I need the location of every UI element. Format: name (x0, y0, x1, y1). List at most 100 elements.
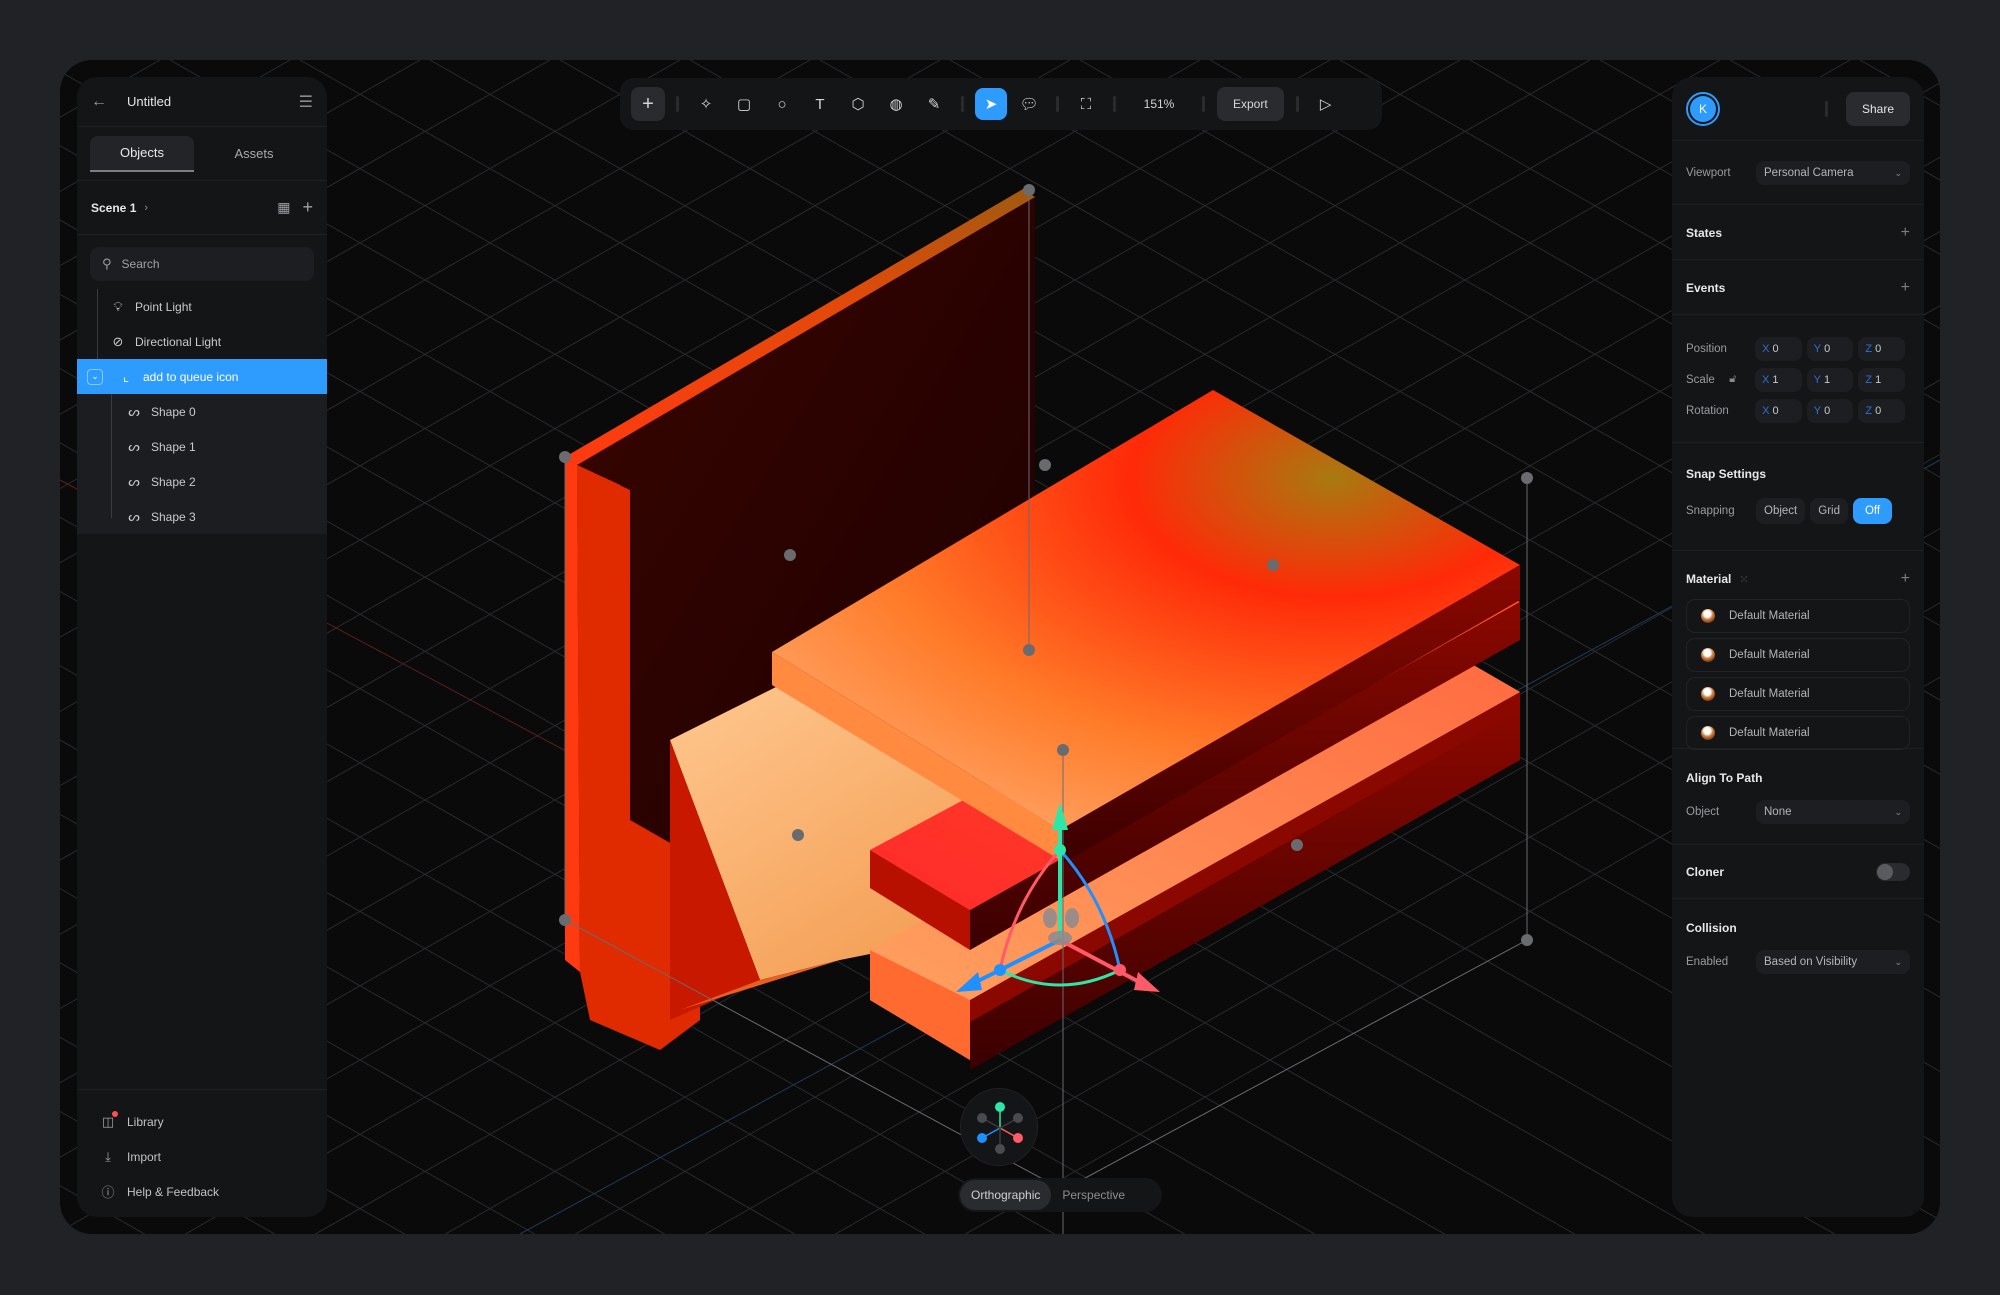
orientation-gizmo[interactable] (960, 1088, 1038, 1166)
bbox-handle[interactable] (784, 549, 796, 561)
text-tool[interactable]: T (804, 88, 836, 120)
right-panel: K Share Viewport Personal Camera ⌄ State… (1672, 77, 1924, 1217)
unlock-icon[interactable]: 🔓︎ (1729, 373, 1755, 386)
back-arrow-icon[interactable]: ← (91, 93, 113, 111)
material-item[interactable]: Default Material (1686, 677, 1910, 711)
gizmo-neg-y[interactable] (995, 1144, 1005, 1154)
3d-object-add-to-queue[interactable] (60, 60, 1940, 1234)
tab-assets[interactable]: Assets (202, 136, 306, 172)
tree-item-shape-1[interactable]: ᔕ Shape 1 (77, 429, 327, 464)
left-panel-footer: ◫ Library ⤓ Import ⓘ Help & Feedback (77, 1089, 327, 1217)
bbox-handle[interactable] (1267, 559, 1279, 571)
rotation-y-input[interactable]: Y0 (1806, 398, 1854, 423)
bbox-handle[interactable] (1057, 744, 1069, 756)
scene-label[interactable]: Scene 1 (91, 201, 136, 215)
material-item[interactable]: Default Material (1686, 716, 1910, 750)
document-title[interactable]: Untitled (127, 94, 299, 109)
add-event-icon[interactable]: + (1901, 279, 1910, 297)
cube-tool[interactable]: ⬡ (842, 88, 874, 120)
directional-light-icon: ⊘ (112, 333, 124, 349)
ai-generate-tool[interactable]: ✧ (690, 88, 722, 120)
play-icon: ▷ (1319, 96, 1332, 113)
import-link[interactable]: ⤓ Import (77, 1139, 327, 1174)
add-material-icon[interactable]: + (1901, 570, 1910, 588)
bbox-handle[interactable] (1023, 644, 1035, 656)
play-button[interactable]: ▷ (1310, 88, 1342, 120)
scale-z-input[interactable]: Z1 (1858, 367, 1905, 392)
position-y-input[interactable]: Y0 (1806, 336, 1854, 361)
bbox-handle[interactable] (1023, 184, 1035, 196)
position-x-input[interactable]: X0 (1755, 336, 1802, 361)
chevron-down-icon: ⌄ (1894, 956, 1902, 967)
bbox-handle[interactable] (1039, 459, 1051, 471)
cloner-toggle[interactable] (1876, 863, 1910, 881)
help-feedback-link[interactable]: ⓘ Help & Feedback (77, 1174, 327, 1209)
tree-item-point-light[interactable]: 💡︎ Point Light (77, 289, 327, 324)
comment-tool[interactable]: 💬︎ (1013, 88, 1045, 120)
chevron-right-icon[interactable]: › (144, 202, 265, 214)
bbox-handle[interactable] (1291, 839, 1303, 851)
rotation-x-input[interactable]: X0 (1755, 398, 1802, 423)
material-section: Material ⁙ + Default Material Default Ma… (1672, 551, 1924, 750)
export-button[interactable]: Export (1217, 87, 1284, 121)
right-panel-header: K Share (1672, 77, 1924, 141)
scale-row: Scale 🔓︎ X1 Y1 Z1 (1686, 364, 1910, 395)
bbox-handle[interactable] (792, 829, 804, 841)
viewport-dropdown[interactable]: Personal Camera ⌄ (1756, 161, 1910, 185)
orthographic-option[interactable]: Orthographic (960, 1180, 1052, 1210)
collision-dropdown[interactable]: Based on Visibility ⌄ (1756, 950, 1910, 974)
material-item[interactable]: Default Material (1686, 638, 1910, 672)
scale-x-input[interactable]: X1 (1755, 367, 1802, 392)
rotation-z-input[interactable]: Z0 (1858, 398, 1905, 423)
share-button[interactable]: Share (1845, 91, 1910, 126)
collision-section: Collision Enabled Based on Visibility ⌄ (1672, 899, 1924, 995)
collapse-chevron-icon[interactable]: ⌄ (87, 368, 103, 385)
tree-item-directional-light[interactable]: ⊘ Directional Light (77, 324, 327, 359)
snap-grid-option[interactable]: Grid (1810, 498, 1848, 524)
bbox-handle[interactable] (559, 451, 571, 463)
position-z-input[interactable]: Z0 (1858, 336, 1905, 361)
zoom-level[interactable]: 151% (1124, 97, 1194, 111)
align-object-label: Object (1686, 806, 1720, 818)
bbox-handle[interactable] (1521, 934, 1533, 946)
scale-y-input[interactable]: Y1 (1806, 367, 1854, 392)
path-icon: ᔕ (128, 438, 140, 454)
position-label: Position (1686, 342, 1727, 355)
tree-item-add-to-queue-icon[interactable]: ⌄ ⌞ add to queue icon (77, 359, 327, 394)
material-item[interactable]: Default Material (1686, 599, 1910, 633)
pen-tool[interactable]: ✎ (918, 88, 950, 120)
bbox-handle[interactable] (559, 914, 571, 926)
align-object-dropdown[interactable]: None ⌄ (1756, 800, 1910, 824)
library-link[interactable]: ◫ Library (77, 1104, 327, 1139)
gizmo-z-axis[interactable] (977, 1133, 987, 1143)
rectangle-tool[interactable]: ▢ (728, 88, 760, 120)
gizmo-y-axis[interactable] (995, 1102, 1005, 1112)
tree-item-shape-0[interactable]: ᔕ Shape 0 (77, 394, 327, 429)
hamburger-menu-icon[interactable]: ☰ (299, 92, 313, 112)
snap-off-option[interactable]: Off (1852, 498, 1893, 524)
search-field[interactable]: ⚲ (90, 247, 314, 281)
add-scene-icon[interactable]: + (302, 197, 313, 218)
gizmo-x-axis[interactable] (1013, 1133, 1023, 1143)
tree-item-shape-2[interactable]: ᔕ Shape 2 (77, 464, 327, 499)
bbox-handle[interactable] (1521, 472, 1533, 484)
user-avatar[interactable]: K (1686, 91, 1720, 126)
gizmo-neg-z[interactable] (1013, 1113, 1023, 1123)
tab-objects[interactable]: Objects (90, 135, 194, 172)
ellipse-tool[interactable]: ○ (766, 88, 798, 120)
sphere-tool[interactable]: ◍ (880, 88, 912, 120)
grid-view-icon[interactable]: ▦ (277, 199, 290, 216)
scene-selector[interactable]: Scene 1 › ▦ + (77, 181, 327, 235)
frame-tool[interactable]: ⛶ (1070, 88, 1102, 120)
add-state-icon[interactable]: + (1901, 224, 1910, 242)
add-button[interactable]: + (631, 87, 665, 121)
toolbar-divider (676, 96, 679, 112)
tree-item-shape-3[interactable]: ᔕ Shape 3 (77, 499, 327, 534)
search-input[interactable] (121, 257, 292, 271)
snap-object-option[interactable]: Object (1756, 498, 1806, 524)
perspective-option[interactable]: Perspective (1051, 1180, 1136, 1210)
rotation-label: Rotation (1686, 404, 1729, 417)
select-tool[interactable]: ➤ (975, 88, 1007, 120)
drag-handle-icon[interactable]: ⁙ (1739, 573, 1748, 586)
gizmo-neg-x[interactable] (977, 1113, 987, 1123)
